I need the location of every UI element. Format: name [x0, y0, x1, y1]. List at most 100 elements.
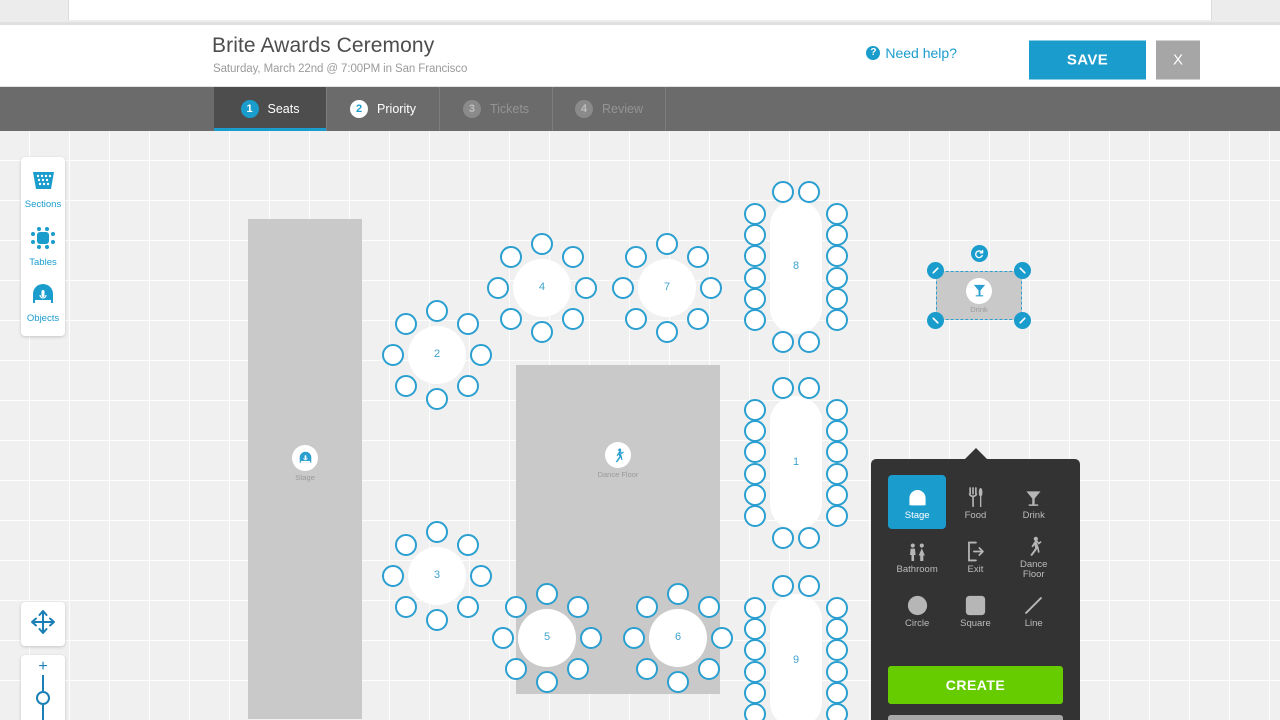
seat[interactable]	[698, 596, 720, 618]
seat[interactable]	[798, 527, 820, 549]
seat[interactable]	[562, 308, 584, 330]
seat[interactable]	[426, 300, 448, 322]
seat[interactable]	[826, 399, 848, 421]
seat[interactable]	[567, 658, 589, 680]
close-button[interactable]: X	[1156, 41, 1200, 80]
object-option-square[interactable]: Square	[946, 583, 1004, 637]
seat[interactable]	[798, 575, 820, 597]
rect-table-1[interactable]: 1	[744, 377, 848, 549]
object-option-drink[interactable]: Drink	[1005, 475, 1063, 529]
seat[interactable]	[826, 288, 848, 310]
seat[interactable]	[395, 375, 417, 397]
seat[interactable]	[505, 596, 527, 618]
zoom-slider-knob[interactable]	[36, 691, 50, 705]
seat[interactable]	[667, 583, 689, 605]
seat[interactable]	[500, 308, 522, 330]
object-option-stage[interactable]: Stage	[888, 475, 946, 529]
pan-tool-button[interactable]	[21, 602, 65, 646]
seat[interactable]	[772, 527, 794, 549]
seat[interactable]	[395, 313, 417, 335]
zoom-slider[interactable]: +	[21, 655, 65, 720]
seat[interactable]	[744, 484, 766, 506]
seat[interactable]	[744, 682, 766, 704]
object-option-bathroom[interactable]: Bathroom	[888, 529, 946, 583]
round-table-5[interactable]: 5	[472, 563, 622, 713]
seat[interactable]	[826, 682, 848, 704]
seat[interactable]	[798, 331, 820, 353]
seat[interactable]	[826, 597, 848, 619]
seat[interactable]	[536, 671, 558, 693]
seat[interactable]	[656, 233, 678, 255]
seat[interactable]	[744, 309, 766, 331]
seating-chart-canvas[interactable]: 247356819 Stage Dance Floor Section	[0, 131, 1280, 720]
seat[interactable]	[826, 309, 848, 331]
seat[interactable]	[426, 388, 448, 410]
seat[interactable]	[744, 505, 766, 527]
seat[interactable]	[744, 703, 766, 720]
seat[interactable]	[772, 331, 794, 353]
resize-handle-tr[interactable]	[1014, 262, 1031, 279]
round-table-7[interactable]: 7	[592, 213, 742, 363]
seat[interactable]	[536, 583, 558, 605]
save-button[interactable]: SAVE	[1029, 41, 1146, 80]
rotate-handle[interactable]	[971, 245, 988, 262]
seat[interactable]	[426, 521, 448, 543]
seat[interactable]	[531, 321, 553, 343]
sidebar-item-sections[interactable]: Sections	[21, 161, 65, 218]
seat[interactable]	[798, 181, 820, 203]
seat[interactable]	[744, 597, 766, 619]
zoom-in-icon[interactable]: +	[38, 661, 47, 672]
seat[interactable]	[500, 246, 522, 268]
object-option-circle[interactable]: Circle	[888, 583, 946, 637]
seat[interactable]	[395, 596, 417, 618]
left-wall-block[interactable]	[248, 219, 362, 719]
seat[interactable]	[636, 658, 658, 680]
seat[interactable]	[772, 181, 794, 203]
seat[interactable]	[826, 224, 848, 246]
seat[interactable]	[826, 703, 848, 720]
rect-table-9[interactable]: 9	[744, 575, 848, 720]
sidebar-item-objects[interactable]: Objects	[21, 275, 65, 332]
seat[interactable]	[826, 618, 848, 640]
seat[interactable]	[457, 534, 479, 556]
seat[interactable]	[826, 420, 848, 442]
seat[interactable]	[505, 658, 527, 680]
seat[interactable]	[744, 618, 766, 640]
seat[interactable]	[826, 484, 848, 506]
resize-handle-tl[interactable]	[927, 262, 944, 279]
selected-object-drink[interactable]: Drink	[936, 271, 1022, 320]
seat[interactable]	[687, 308, 709, 330]
seat[interactable]	[625, 308, 647, 330]
sidebar-item-tables[interactable]: Tables	[21, 218, 65, 275]
tab-priority[interactable]: 2 Priority	[327, 87, 440, 131]
seat[interactable]	[698, 658, 720, 680]
seat[interactable]	[772, 377, 794, 399]
seat[interactable]	[656, 321, 678, 343]
seat[interactable]	[687, 246, 709, 268]
create-button[interactable]: CREATE	[888, 666, 1063, 704]
seat[interactable]	[744, 399, 766, 421]
seat[interactable]	[744, 288, 766, 310]
round-table-6[interactable]: 6	[603, 563, 753, 713]
seat[interactable]	[826, 203, 848, 225]
object-option-exit[interactable]: Exit	[946, 529, 1004, 583]
seat[interactable]	[395, 534, 417, 556]
seat[interactable]	[636, 596, 658, 618]
seat[interactable]	[567, 596, 589, 618]
tab-tickets[interactable]: 3 Tickets	[440, 87, 553, 131]
seat[interactable]	[667, 671, 689, 693]
object-option-food[interactable]: Food	[946, 475, 1004, 529]
tab-seats[interactable]: 1 Seats	[214, 87, 327, 131]
seat[interactable]	[625, 246, 647, 268]
seat[interactable]	[744, 203, 766, 225]
seat[interactable]	[744, 420, 766, 442]
seat[interactable]	[798, 377, 820, 399]
resize-handle-br[interactable]	[1014, 312, 1031, 329]
need-help-link[interactable]: ? Need help?	[866, 45, 957, 61]
seat[interactable]	[562, 246, 584, 268]
seat[interactable]	[426, 609, 448, 631]
seat[interactable]	[826, 505, 848, 527]
tab-review[interactable]: 4 Review	[553, 87, 666, 131]
seat[interactable]	[744, 224, 766, 246]
seat[interactable]	[531, 233, 553, 255]
